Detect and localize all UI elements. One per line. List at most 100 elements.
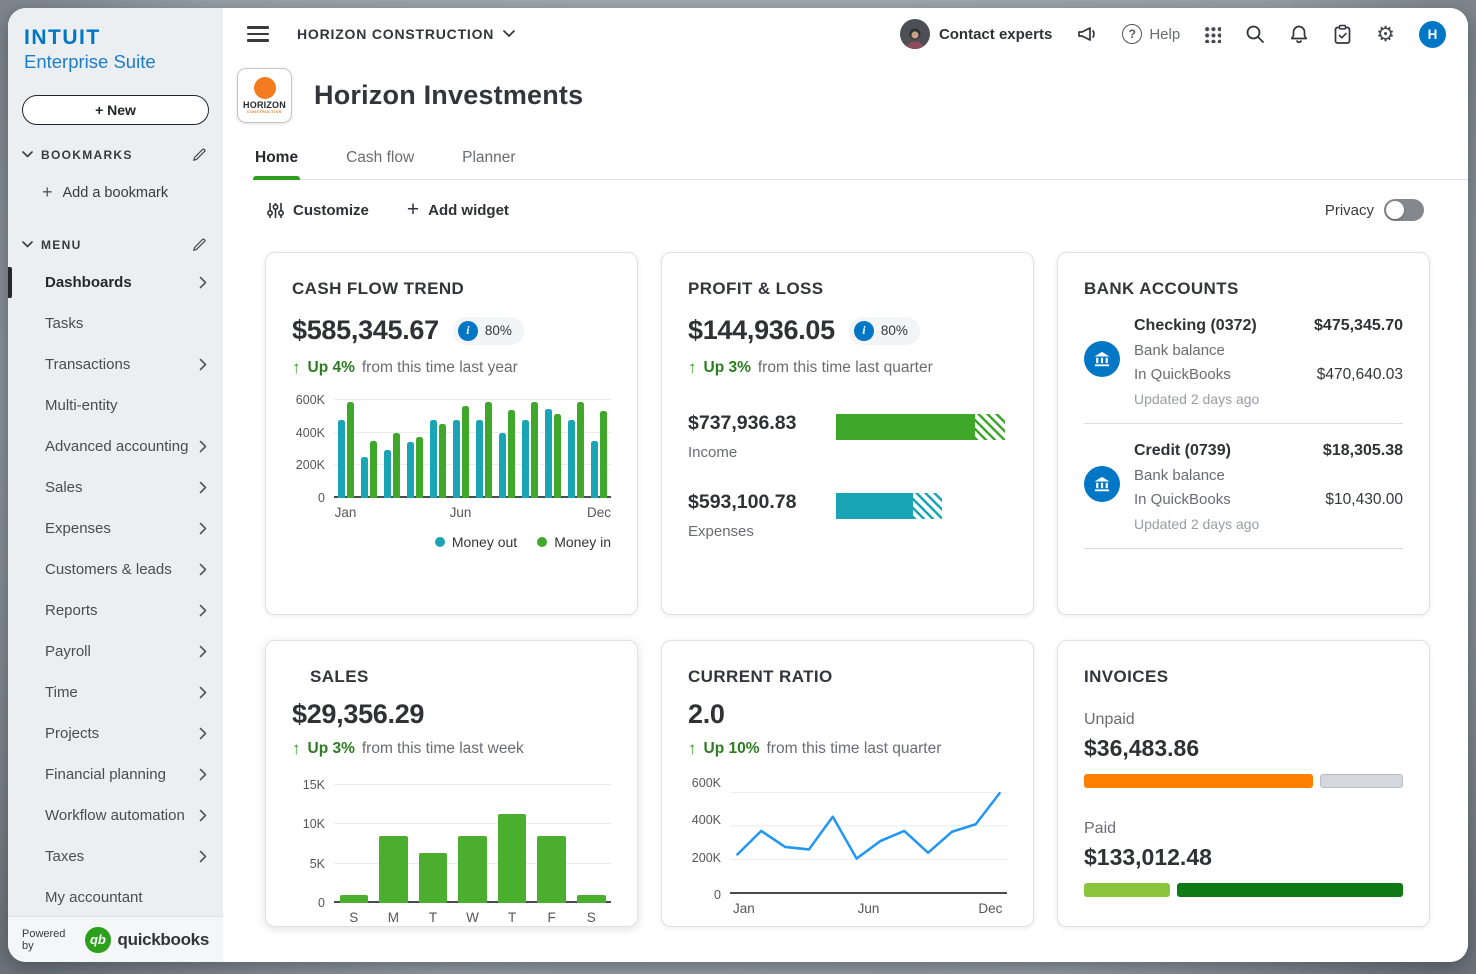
chevron-right-icon <box>199 645 207 658</box>
sidebar-item-label: Taxes <box>45 848 199 865</box>
help-label: Help <box>1149 26 1180 43</box>
company-switcher[interactable]: HORIZON CONSTRUCTION <box>297 26 515 42</box>
company-name: HORIZON CONSTRUCTION <box>297 26 494 42</box>
trend-percent: Up 4% <box>308 359 355 377</box>
widget-grid: CASH FLOW TREND $585,345.67 i 80% ↑ Up 4… <box>265 252 1430 927</box>
sidebar-item-tasks[interactable]: Tasks <box>8 303 223 344</box>
account-row[interactable]: Checking (0372)$475,345.70Bank balanceIn… <box>1084 317 1403 424</box>
bookmarks-section-header[interactable]: BOOKMARKS <box>8 135 223 172</box>
income-label: Income <box>688 444 836 461</box>
help-icon: ? <box>1122 24 1142 44</box>
sidebar-item-sales[interactable]: Sales <box>8 467 223 508</box>
tasks-clipboard-icon[interactable] <box>1333 24 1352 45</box>
sidebar-item-label: Workflow automation <box>45 807 199 824</box>
chevron-right-icon <box>199 358 207 371</box>
unpaid-group: Unpaid $36,483.86 <box>1084 711 1403 788</box>
sidebar-item-label: Time <box>45 684 199 701</box>
sidebar-item-label: Financial planning <box>45 766 199 783</box>
help-button[interactable]: ? Help <box>1122 24 1180 44</box>
sidebar-item-dashboards[interactable]: Dashboards <box>8 262 223 303</box>
sidebar-item-reports[interactable]: Reports <box>8 590 223 631</box>
chevron-right-icon <box>199 276 207 289</box>
new-button[interactable]: + New <box>22 95 209 125</box>
sidebar-item-financial-planning[interactable]: Financial planning <box>8 754 223 795</box>
dashboard-toolbar: Customize + Add widget Privacy <box>267 198 1424 222</box>
paid-label: Paid <box>1084 820 1403 838</box>
account-row[interactable]: Credit (0739)$18,305.38Bank balanceIn Qu… <box>1084 442 1403 549</box>
expert-avatar <box>900 19 930 49</box>
sidebar-item-label: Reports <box>45 602 199 619</box>
unpaid-progress-bar <box>1084 774 1403 788</box>
intuit-brand-logo: INTUIT Enterprise Suite <box>8 8 223 79</box>
add-widget-label: Add widget <box>428 202 509 219</box>
announcements-icon[interactable] <box>1076 24 1098 44</box>
income-amount: $737,936.83 <box>688 412 836 435</box>
add-bookmark-button[interactable]: + Add a bookmark <box>8 172 223 213</box>
chevron-down-icon <box>22 151 33 158</box>
widget-title: CASH FLOW TREND <box>292 279 611 299</box>
sidebar-item-label: Transactions <box>45 356 199 373</box>
privacy-label: Privacy <box>1325 202 1374 219</box>
account-name: Checking (0372) <box>1134 317 1257 335</box>
chevron-right-icon <box>199 768 207 781</box>
info-icon: i <box>458 321 478 341</box>
widget-title: CURRENT RATIO <box>688 667 1007 687</box>
sidebar-item-my-accountant[interactable]: My accountant <box>8 877 223 916</box>
sidebar-item-multi-entity[interactable]: Multi-entity <box>8 385 223 426</box>
search-icon[interactable] <box>1245 24 1265 44</box>
sidebar-item-label: Multi-entity <box>45 397 207 414</box>
sidebar-footer: Powered by qb quickbooks <box>8 916 223 962</box>
settings-gear-icon[interactable]: ⚙ <box>1376 24 1395 45</box>
trend-caption: from this time last year <box>362 359 518 377</box>
bank-accounts-card: BANK ACCOUNTS Checking (0372)$475,345.70… <box>1057 252 1430 615</box>
chevron-down-icon <box>22 241 33 248</box>
current-ratio-value: 2.0 <box>688 699 725 730</box>
sidebar-item-customers-leads[interactable]: Customers & leads <box>8 549 223 590</box>
sidebar-menu: DashboardsTasks Transactions Multi-entity A… <box>8 262 223 916</box>
contact-experts-button[interactable]: Contact experts <box>900 19 1052 49</box>
bank-icon <box>1084 341 1120 377</box>
confidence-badge[interactable]: i 80% <box>453 317 524 345</box>
user-avatar[interactable]: H <box>1419 21 1446 48</box>
chevron-down-icon <box>503 30 515 38</box>
customize-button[interactable]: Customize <box>267 202 369 219</box>
sidebar-item-label: Customers & leads <box>45 561 199 578</box>
sidebar-item-advanced-accounting[interactable]: Advanced accounting <box>8 426 223 467</box>
enterprise-suite-text: Enterprise Suite <box>24 51 207 73</box>
sidebar-item-expenses[interactable]: Expenses <box>8 508 223 549</box>
legend-money-out: Money out <box>435 534 517 550</box>
menu-section-header[interactable]: MENU <box>8 225 223 262</box>
account-name: Credit (0739) <box>1134 442 1231 460</box>
add-widget-button[interactable]: + Add widget <box>407 198 509 222</box>
accounts-list: Checking (0372)$475,345.70Bank balanceIn… <box>1084 317 1403 549</box>
add-bookmark-label: Add a bookmark <box>63 185 169 201</box>
apps-grid-icon[interactable] <box>1204 26 1221 43</box>
logo-sub-text: CONSTRUCTION <box>247 110 282 114</box>
sidebar-item-payroll[interactable]: Payroll <box>8 631 223 672</box>
account-balance: $18,305.38 <box>1323 442 1403 460</box>
privacy-toggle[interactable] <box>1384 199 1424 221</box>
arrow-up-icon: ↑ <box>292 358 301 378</box>
tab-cash-flow[interactable]: Cash flow <box>344 143 416 179</box>
plus-icon: + <box>42 182 53 203</box>
logo-name-text: HORIZON <box>243 100 286 110</box>
trend-caption: from this time last quarter <box>767 740 942 758</box>
sidebar-item-time[interactable]: Time <box>8 672 223 713</box>
edit-menu-icon[interactable] <box>192 237 207 252</box>
profit-loss-card: PROFIT & LOSS $144,936.05 i 80% ↑ Up 3% … <box>661 252 1034 615</box>
current-ratio-card: CURRENT RATIO 2.0 ↑ Up 10% from this tim… <box>661 640 1034 927</box>
sidebar-item-transactions[interactable]: Transactions <box>8 344 223 385</box>
sidebar-item-projects[interactable]: Projects <box>8 713 223 754</box>
sidebar-item-label: My accountant <box>45 889 207 906</box>
sales-amount: $29,356.29 <box>292 699 424 730</box>
updated-timestamp: Updated 2 days ago <box>1134 391 1403 407</box>
logo-sun-icon <box>254 77 276 99</box>
tab-planner[interactable]: Planner <box>460 143 517 179</box>
notifications-bell-icon[interactable] <box>1289 24 1309 45</box>
confidence-badge[interactable]: i 80% <box>849 317 920 345</box>
tab-home[interactable]: Home <box>253 143 300 179</box>
hamburger-menu-icon[interactable] <box>247 26 269 41</box>
sidebar-item-taxes[interactable]: Taxes <box>8 836 223 877</box>
edit-bookmarks-icon[interactable] <box>192 147 207 162</box>
sidebar-item-workflow-automation[interactable]: Workflow automation <box>8 795 223 836</box>
